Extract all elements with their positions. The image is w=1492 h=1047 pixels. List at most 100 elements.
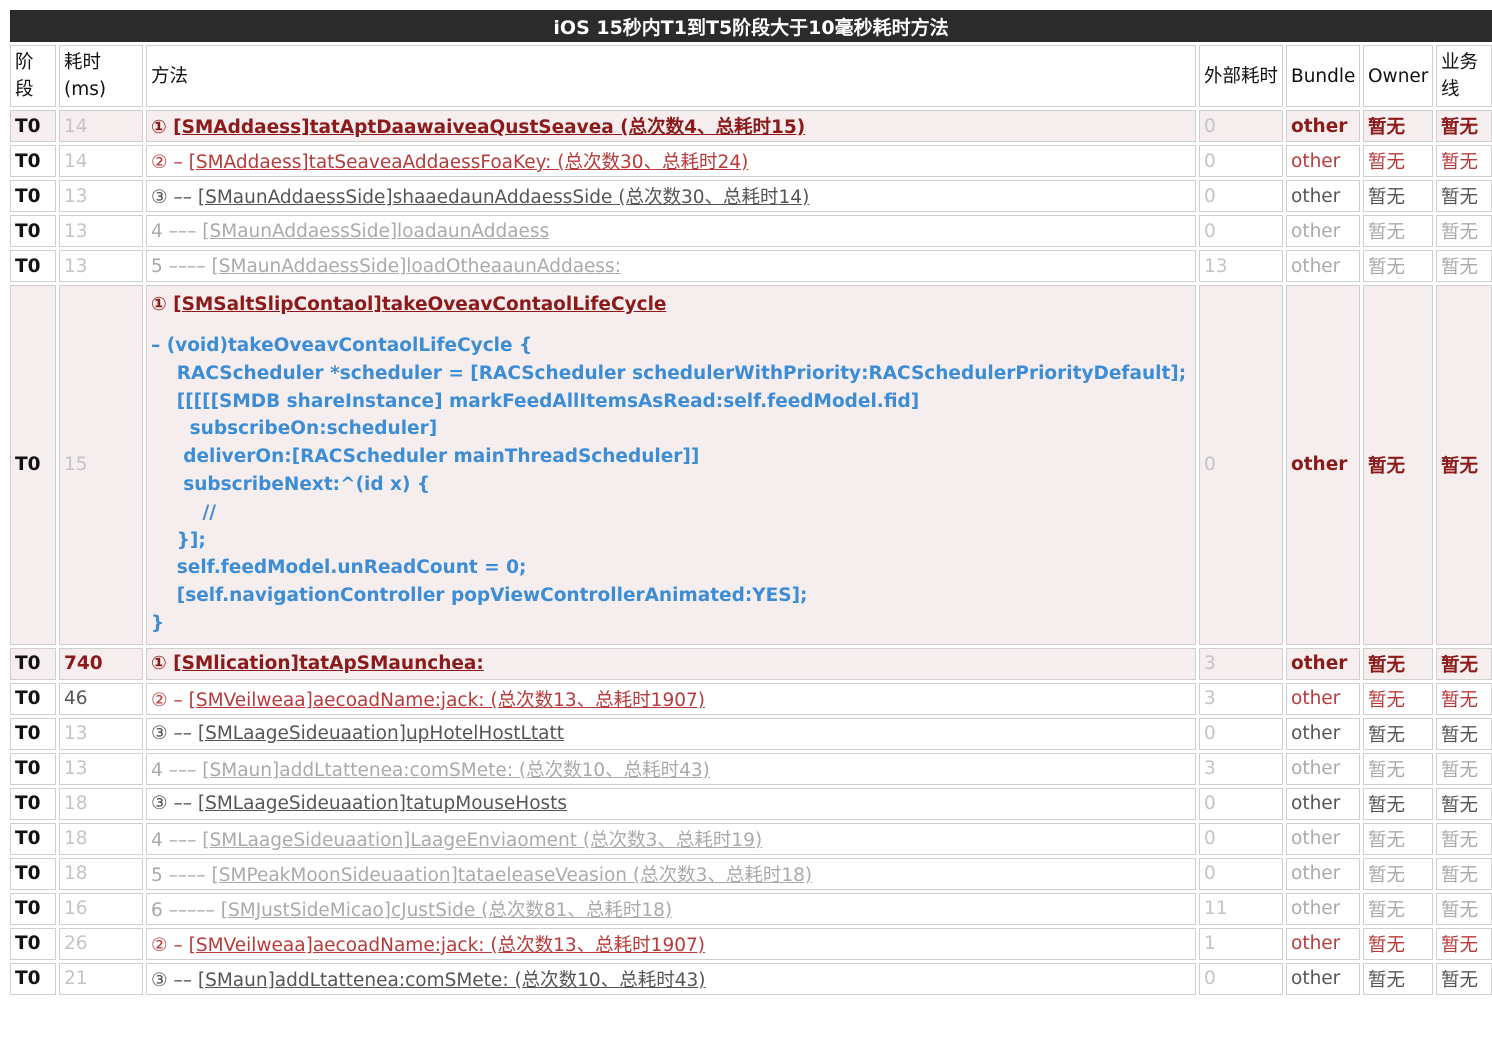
owner-cell: 暂无	[1363, 285, 1433, 645]
method-cell: 4 ––– [SMaunAddaessSide]loadaunAddaess	[146, 215, 1196, 247]
code-line: deliverOn:[RACScheduler mainThreadSchedu…	[151, 446, 700, 468]
stage-cell: T0	[10, 110, 56, 142]
method-stats[interactable]: (总次数3、总耗时18)	[627, 865, 812, 886]
method-cell: 5 –––– [SMPeakMoonSideuaation]tataelease…	[146, 857, 1196, 890]
cost-cell: 16	[59, 892, 143, 925]
cost-cell: 14	[59, 110, 143, 142]
method-class-link[interactable]: [SMaunAddaessSide]	[202, 221, 397, 242]
method-selector-link[interactable]: LaageEnviaoment	[410, 830, 577, 851]
method-cell: ① [SMlication]tatApSMaunchea:	[146, 647, 1196, 680]
stage-cell: T0	[10, 857, 56, 890]
method-selector-link[interactable]: upHotelHostLtatt	[406, 723, 564, 744]
method-class-link[interactable]: [SMLaageSideuaation]	[202, 830, 410, 851]
method-class-link[interactable]: [SMaunAddaessSide]	[212, 256, 407, 277]
method-stats[interactable]: (总次数13、总耗时1907)	[485, 690, 705, 711]
external-cell: 0	[1199, 857, 1283, 890]
bundle-cell: other	[1286, 215, 1360, 247]
method-cell-code: ① [SMSaltSlipContaol]takeOveavContaolLif…	[146, 285, 1196, 645]
method-class-link[interactable]: [SMLaageSideuaation]	[198, 723, 406, 744]
external-cell: 3	[1199, 752, 1283, 785]
external-cell: 0	[1199, 285, 1283, 645]
cost-cell: 18	[59, 822, 143, 855]
owner-cell: 暂无	[1363, 927, 1433, 960]
code-line: subscribeOn:scheduler]	[151, 418, 438, 440]
method-stats[interactable]: (总次数81、总耗时18)	[475, 900, 672, 921]
bundle-cell: other	[1286, 822, 1360, 855]
owner-cell: 暂无	[1363, 647, 1433, 680]
table-row: T0 13 4 ––– [SMaunAddaessSide]loadaunAddae…	[10, 215, 1492, 247]
method-class-link[interactable]: [SMVeilweaa]	[189, 690, 313, 711]
method-selector-link[interactable]: tataeleaseVeasion	[458, 865, 627, 886]
method-class-link[interactable]: [SMaunAddaessSide]	[198, 187, 393, 208]
header-stage: 阶段	[10, 45, 56, 107]
cost-cell: 18	[59, 857, 143, 890]
cost-cell: 18	[59, 787, 143, 820]
table-row: T0 18 ③ –– [SMLaageSideuaation]tatupMouseH…	[10, 787, 1492, 820]
external-cell: 13	[1199, 250, 1283, 282]
method-stats[interactable]: (总次数10、总耗时43)	[513, 760, 710, 781]
stage-cell: T0	[10, 180, 56, 212]
method-class-link[interactable]: [SMaun]	[202, 760, 279, 781]
method-class-link[interactable]: [SMLaageSideuaation]	[198, 793, 406, 814]
method-prefix: 5 ––––	[151, 864, 212, 886]
method-stats[interactable]: (总次数10、总耗时43)	[509, 970, 705, 991]
method-class-link[interactable]: [SMJustSideMicao]	[221, 900, 391, 921]
bundle-cell: other	[1286, 857, 1360, 890]
table-row: T0 14 ② – [SMAddaess]tatSeaveaAddaessFoaKe…	[10, 145, 1492, 177]
method-cell: ① [SMAddaess]tatAptDaawaiveaQustSeavea (…	[146, 110, 1196, 142]
method-selector-link[interactable]: aecoadName:jack:	[313, 935, 485, 956]
method-selector-link[interactable]: takeOveavContaolLifeCycle	[382, 294, 667, 315]
stage-cell: T0	[10, 717, 56, 750]
method-cell: ③ –– [SMLaageSideuaation]upHotelHostLtat…	[146, 717, 1196, 750]
method-selector-link[interactable]: aecoadName:jack:	[313, 690, 485, 711]
method-stats[interactable]: (总次数30、总耗时24)	[551, 152, 748, 173]
method-prefix: ② –	[151, 689, 189, 711]
table-row: T0 18 5 –––– [SMPeakMoonSideuaation]tatael…	[10, 857, 1492, 890]
owner-cell: 暂无	[1363, 857, 1433, 890]
code-line: //	[151, 501, 217, 523]
method-class-link[interactable]: [SMPeakMoonSideuaation]	[212, 865, 458, 886]
method-prefix: ② –	[151, 934, 189, 956]
method-selector-link[interactable]: loadOtheaaunAddaess:	[406, 256, 621, 277]
method-stats[interactable]: (总次数30、总耗时14)	[612, 187, 809, 208]
method-class-link[interactable]: [SMAddaess]	[173, 117, 310, 138]
method-stats[interactable]: (总次数3、总耗时19)	[577, 830, 762, 851]
method-selector-link[interactable]: cJustSide	[391, 900, 475, 921]
method-class-link[interactable]: [SMAddaess]	[189, 152, 309, 173]
external-cell: 3	[1199, 647, 1283, 680]
business-cell: 暂无	[1436, 145, 1492, 177]
cost-cell: 14	[59, 145, 143, 177]
method-prefix: ③ ––	[151, 969, 198, 991]
method-selector-link[interactable]: tatAptDaawaiveaQustSeavea	[310, 117, 614, 138]
method-cell: ② – [SMVeilweaa]aecoadName:jack: (总次数13、…	[146, 927, 1196, 960]
business-cell: 暂无	[1436, 250, 1492, 282]
method-class-link[interactable]: [SMVeilweaa]	[189, 935, 313, 956]
header-bundle: Bundle	[1286, 45, 1360, 107]
method-selector-link[interactable]: addLtattenea:comSMete:	[279, 760, 513, 781]
method-stats[interactable]: (总次数13、总耗时1907)	[485, 935, 705, 956]
code-line: [self.navigationController popViewContro…	[151, 585, 808, 607]
method-class-link[interactable]: [SMSaltSlipContaol]	[173, 294, 382, 315]
method-stats[interactable]: (总次数4、总耗时15)	[614, 117, 805, 138]
external-cell: 0	[1199, 717, 1283, 750]
method-class-link[interactable]: [SMaun]	[198, 970, 275, 991]
method-selector-link[interactable]: tatApSMaunchea:	[299, 653, 484, 674]
method-selector-link[interactable]: tatupMouseHosts	[406, 793, 567, 814]
stage-cell: T0	[10, 647, 56, 680]
method-prefix: ①	[151, 117, 174, 138]
method-selector-link[interactable]: tatSeaveaAddaessFoaKey:	[309, 152, 552, 173]
method-prefix: ③ ––	[151, 793, 198, 815]
external-cell: 0	[1199, 962, 1283, 995]
cost-cell: 26	[59, 927, 143, 960]
header-owner: Owner	[1363, 45, 1433, 107]
method-selector-link[interactable]: addLtattenea:comSMete:	[275, 970, 509, 991]
method-class-link[interactable]: [SMlication]	[173, 653, 299, 674]
method-selector-link[interactable]: shaaedaunAddaessSide	[393, 187, 613, 208]
method-selector-link[interactable]: loadaunAddaess	[397, 221, 549, 242]
business-cell: 暂无	[1436, 285, 1492, 645]
external-cell: 0	[1199, 180, 1283, 212]
code-line: [[[[[SMDB shareInstance] markFeedAllItem…	[151, 390, 920, 412]
external-cell: 0	[1199, 787, 1283, 820]
stage-cell: T0	[10, 787, 56, 820]
bundle-cell: other	[1286, 180, 1360, 212]
